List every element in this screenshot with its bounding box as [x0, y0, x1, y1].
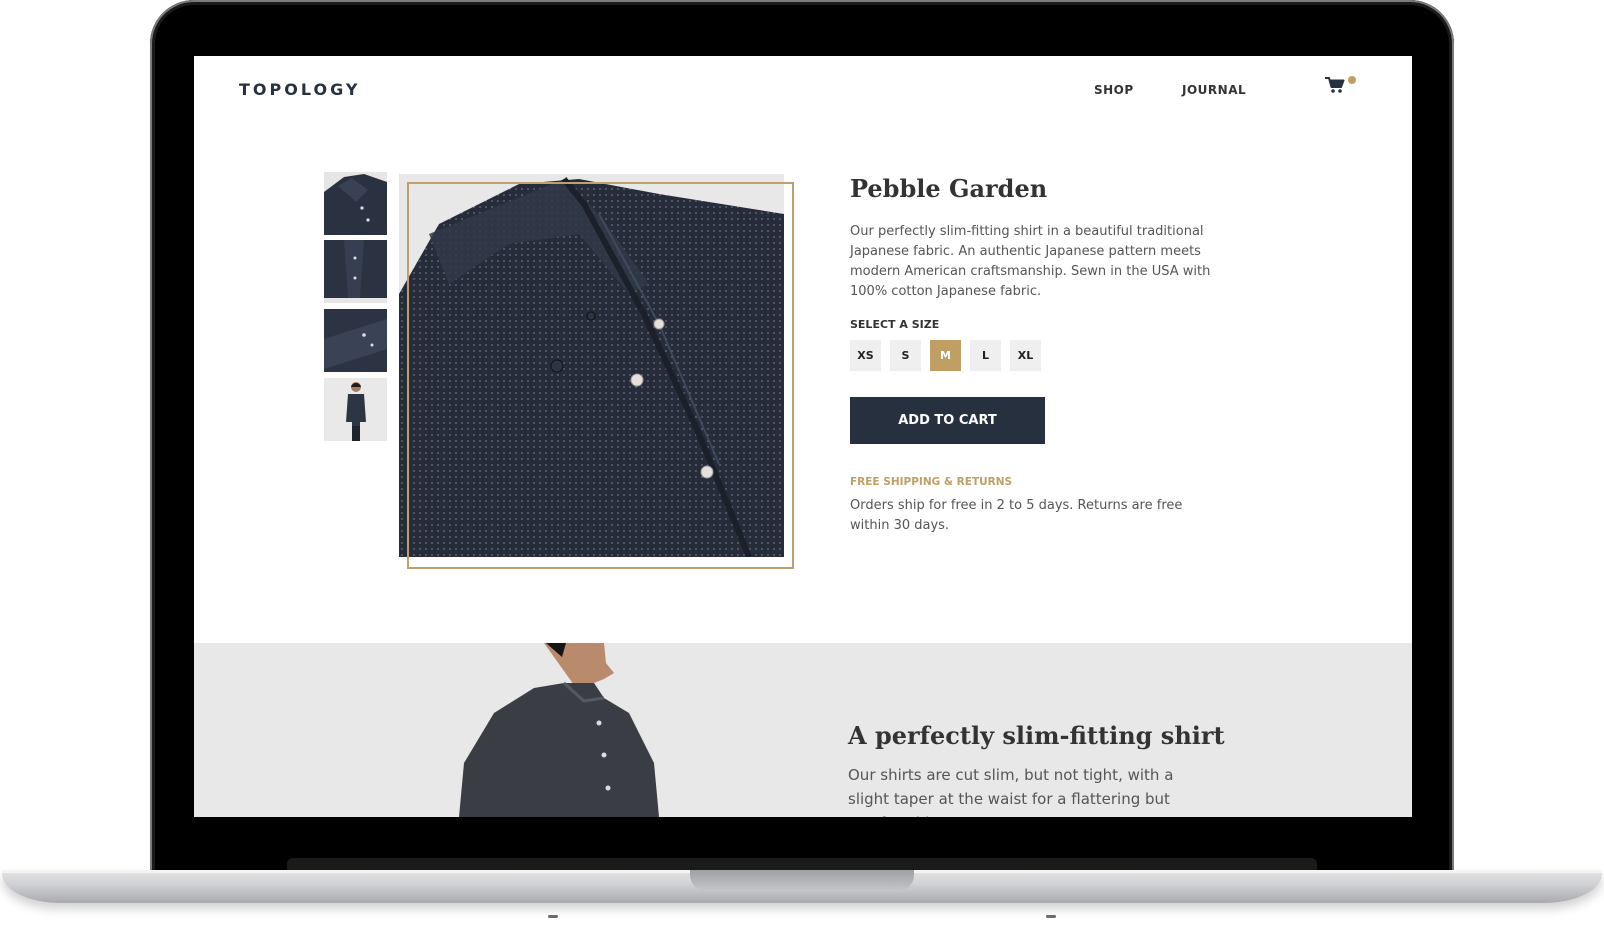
nav-shop[interactable]: SHOP [1094, 83, 1134, 97]
laptop-foot [548, 915, 558, 918]
nav-journal[interactable]: JOURNAL [1182, 83, 1246, 97]
size-option-l[interactable]: L [970, 340, 1001, 371]
thumbnail-cuff[interactable] [324, 309, 387, 372]
brand-logo[interactable]: TOPOLOGY [239, 80, 360, 99]
shipping-text: Orders ship for free in 2 to 5 days. Ret… [850, 498, 1183, 533]
thumbnail-folded[interactable] [324, 240, 387, 303]
laptop-notch [690, 870, 914, 891]
cart-badge-dot [1348, 76, 1356, 84]
size-option-s[interactable]: S [890, 340, 921, 371]
shipping-title: FREE SHIPPING & RETURNS [850, 476, 1013, 488]
add-to-cart-button[interactable]: ADD TO CART [850, 397, 1045, 444]
size-label: SELECT A SIZE [850, 318, 940, 331]
size-option-xl[interactable]: XL [1010, 340, 1041, 371]
model-photo [459, 643, 659, 817]
size-option-m[interactable]: M [930, 340, 961, 371]
product-title: Pebble Garden [850, 174, 1048, 203]
feature-text: Our shirts are cut slim, but not tight, … [848, 766, 1174, 817]
size-option-xs[interactable]: XS [850, 340, 881, 371]
feature-title: A perfectly slim-fitting shirt [848, 721, 1225, 750]
thumbnail-model[interactable] [324, 378, 387, 441]
product-image-accent-border [407, 182, 794, 569]
laptop-foot [1046, 915, 1056, 918]
product-description: Our perfectly slim-fitting shirt in a be… [850, 224, 1211, 299]
thumbnail-collar[interactable] [324, 172, 387, 235]
size-selector: XS S M L XL [850, 340, 1041, 371]
feature-section: A perfectly slim-fitting shirt Our shirt… [194, 643, 1412, 817]
cart-icon[interactable] [1324, 76, 1346, 94]
laptop-hinge [287, 858, 1317, 870]
browser-screen: TOPOLOGY SHOP JOURNAL Pebble Garden Our … [194, 56, 1412, 817]
